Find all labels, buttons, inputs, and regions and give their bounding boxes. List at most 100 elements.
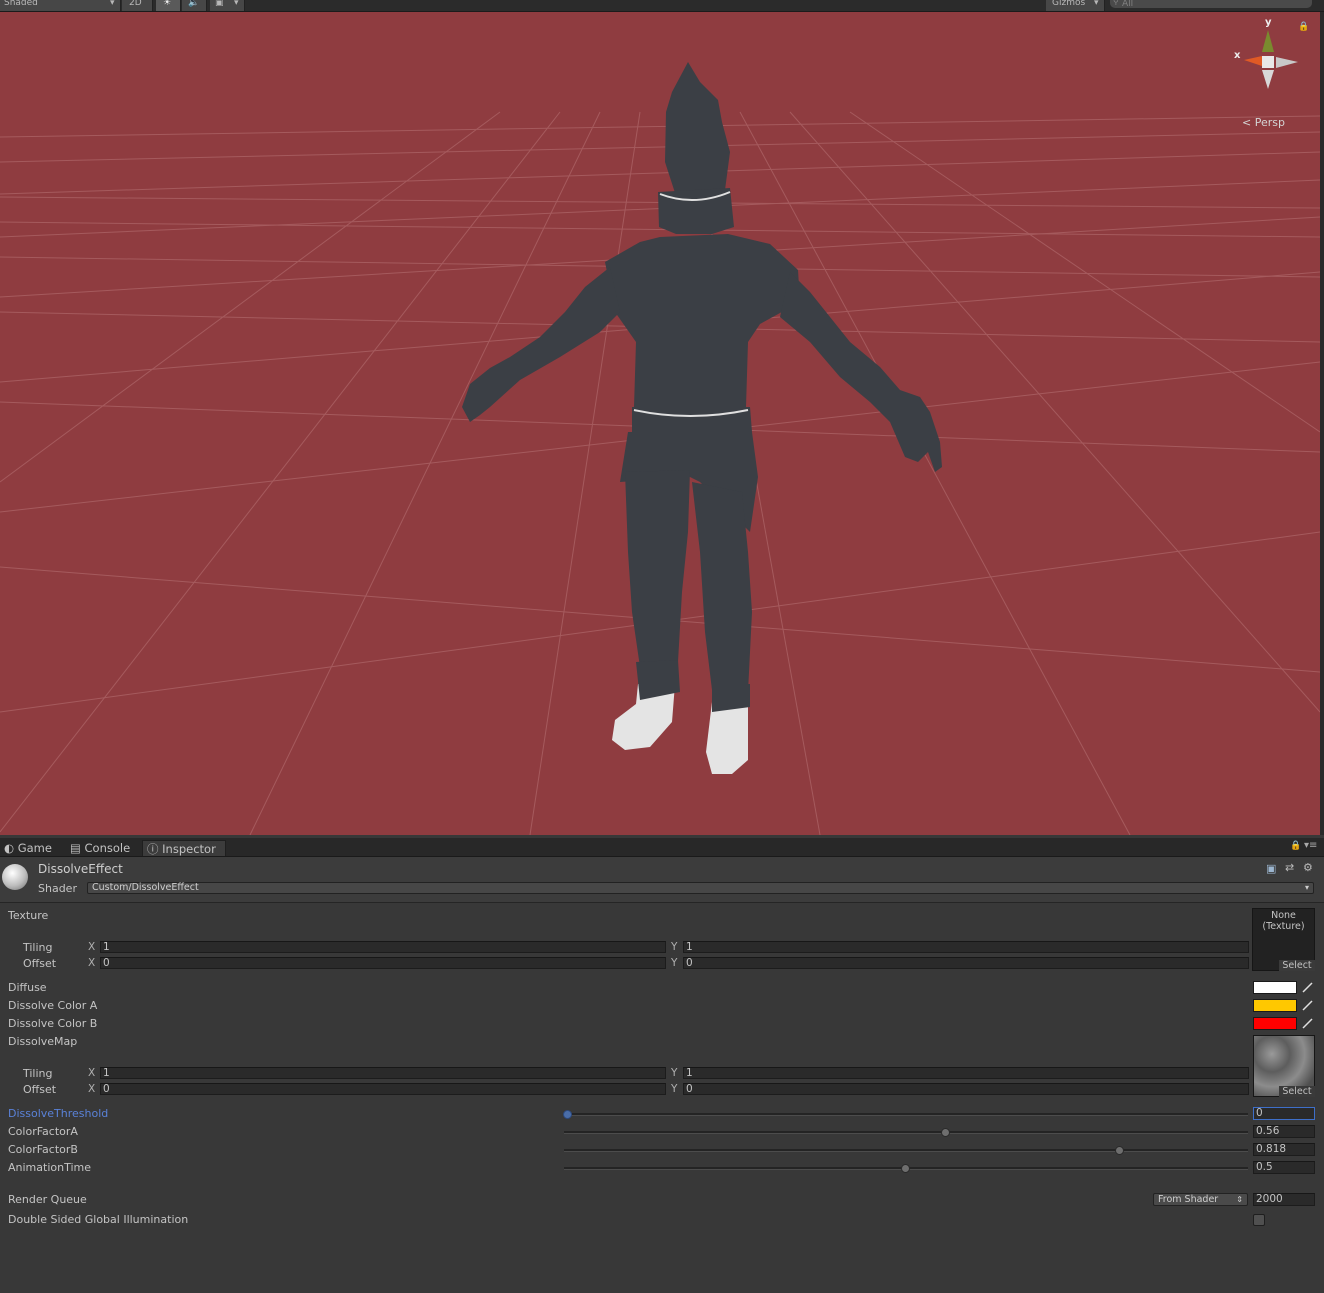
- toggle-2d-label: 2D: [129, 0, 142, 8]
- dissolve-map-offset-y-field[interactable]: 0: [683, 1083, 1249, 1095]
- dissolve-map-offset-x-field[interactable]: 0: [100, 1083, 666, 1095]
- color-factor-a-field[interactable]: 0.56: [1253, 1125, 1315, 1138]
- dissolve-map-offset-x-label: X: [88, 1083, 96, 1095]
- chevron-down-icon: ▾: [234, 0, 239, 8]
- shading-mode-label: Shaded: [4, 0, 38, 8]
- gizmos-label: Gizmos: [1052, 0, 1086, 8]
- material-header: DissolveEffect Shader ▣ ⇄ ⚙: [0, 857, 1324, 903]
- gear-icon[interactable]: ⚙: [1303, 861, 1313, 874]
- texture-tiling-x-field[interactable]: 1: [100, 941, 666, 953]
- texture-offset-y-label: Y: [671, 957, 678, 969]
- diffuse-color-swatch[interactable]: [1253, 981, 1297, 994]
- orientation-gizmo[interactable]: [1244, 30, 1298, 89]
- tab-game-label: Game: [17, 841, 52, 855]
- texture-tiling-label: Tiling: [23, 941, 53, 954]
- chevron-updown-icon: ⇕: [1236, 1195, 1243, 1204]
- tab-console[interactable]: ▤ Console: [66, 840, 140, 856]
- search-placeholder: All: [1122, 0, 1134, 9]
- dissolve-threshold-track[interactable]: [564, 1113, 1248, 1116]
- dissolve-threshold-field[interactable]: 0: [1253, 1107, 1315, 1120]
- texture-select-button[interactable]: Select: [1279, 960, 1315, 971]
- perspective-icon: <: [1242, 116, 1252, 129]
- projection-toggle[interactable]: < Persp: [1242, 116, 1285, 129]
- animation-time-field[interactable]: 0.5: [1253, 1161, 1315, 1174]
- eyedropper-icon[interactable]: [1301, 999, 1314, 1012]
- texture-slot-none: None: [1271, 910, 1296, 921]
- shading-mode-dropdown[interactable]: Shaded ▾: [0, 0, 121, 11]
- console-icon: ▤: [70, 841, 81, 855]
- double-sided-gi-checkbox[interactable]: [1253, 1214, 1265, 1226]
- image-icon: ▣: [215, 0, 224, 8]
- audio-toggle-button[interactable]: 🔈: [182, 0, 207, 11]
- texture-offset-x-label: X: [88, 957, 96, 969]
- render-queue-label: Render Queue: [8, 1193, 87, 1206]
- eyedropper-icon[interactable]: [1301, 1017, 1314, 1030]
- animation-time-label: AnimationTime: [8, 1161, 91, 1174]
- texture-slot[interactable]: None (Texture) Select: [1252, 908, 1315, 971]
- dissolve-map-tiling-y-field[interactable]: 1: [683, 1067, 1249, 1079]
- sun-icon: ☀: [163, 0, 172, 8]
- render-queue-field[interactable]: 2000: [1253, 1193, 1315, 1206]
- material-name: DissolveEffect: [38, 862, 123, 876]
- scene-toolbar: Shaded ▾ 2D ☀ 🔈 ▣ ▾ Gizmos ▾ ⚲ All: [0, 0, 1324, 12]
- texture-offset-x-field[interactable]: 0: [100, 957, 666, 969]
- color-factor-b-track[interactable]: [564, 1149, 1248, 1152]
- shader-dropdown[interactable]: Custom/DissolveEffect ▾: [87, 882, 1314, 894]
- tab-inspector[interactable]: ⓘ Inspector: [142, 840, 226, 856]
- projection-label: Persp: [1254, 116, 1285, 129]
- eyedropper-icon[interactable]: [1301, 981, 1314, 994]
- search-input[interactable]: ⚲ All: [1110, 0, 1312, 9]
- dissolve-map-select-button[interactable]: Select: [1279, 1086, 1315, 1097]
- effects-dropdown[interactable]: ▣ ▾: [210, 0, 245, 11]
- chevron-down-icon: ▾: [1304, 883, 1309, 892]
- lock-icon[interactable]: 🔒: [1298, 22, 1309, 32]
- gizmo-x-label: x: [1234, 50, 1241, 61]
- color-factor-b-field[interactable]: 0.818: [1253, 1143, 1315, 1156]
- diffuse-label: Diffuse: [8, 981, 47, 994]
- dissolve-map-tiling-x-label: X: [88, 1067, 96, 1079]
- color-factor-a-track[interactable]: [564, 1131, 1248, 1134]
- dissolve-map-slot[interactable]: Select: [1253, 1035, 1315, 1097]
- gizmos-dropdown[interactable]: Gizmos ▾: [1046, 0, 1105, 11]
- animation-time-thumb[interactable]: [900, 1164, 910, 1173]
- scene-border: [1320, 12, 1324, 835]
- texture-tiling-x-label: X: [88, 941, 96, 953]
- dissolve-threshold-thumb[interactable]: [563, 1110, 572, 1119]
- dissolve-map-label: DissolveMap: [8, 1035, 78, 1048]
- texture-tiling-y-label: Y: [671, 941, 678, 953]
- gizmo-y-label: y: [1265, 17, 1272, 28]
- texture-slot-type: (Texture): [1262, 921, 1305, 932]
- texture-tiling-y-field[interactable]: 1: [683, 941, 1249, 953]
- dissolve-threshold-label: DissolveThreshold: [8, 1107, 109, 1120]
- render-queue-dropdown[interactable]: From Shader ⇕: [1153, 1193, 1248, 1206]
- open-shader-icon[interactable]: ▣: [1266, 862, 1276, 875]
- dissolve-color-b-swatch[interactable]: [1253, 1017, 1297, 1030]
- texture-offset-label: Offset: [23, 957, 57, 970]
- preset-icon[interactable]: ⇄: [1285, 861, 1294, 874]
- dissolve-color-a-label: Dissolve Color A: [8, 999, 98, 1012]
- dissolve-map-tiling-label: Tiling: [23, 1067, 53, 1080]
- chevron-down-icon: ▾: [1094, 0, 1099, 8]
- chevron-down-icon: ▾: [110, 0, 115, 8]
- scene-canvas: [0, 30, 1320, 835]
- color-factor-a-thumb[interactable]: [941, 1128, 950, 1137]
- render-queue-mode: From Shader: [1158, 1194, 1219, 1205]
- scene-view[interactable]: y x 🔒 < Persp: [0, 12, 1320, 835]
- game-icon: ◐: [4, 841, 15, 855]
- lock-icon[interactable]: 🔒: [1290, 841, 1301, 851]
- tab-game[interactable]: ◐ Game: [0, 840, 62, 856]
- dissolve-map-tiling-x-field[interactable]: 1: [100, 1067, 666, 1079]
- panel-menu-icon[interactable]: ▾≡: [1304, 840, 1317, 851]
- dissolve-map-tiling-y-label: Y: [671, 1067, 678, 1079]
- shader-label: Shader: [38, 882, 77, 895]
- search-icon: ⚲: [1113, 0, 1119, 6]
- texture-offset-y-field[interactable]: 0: [683, 957, 1249, 969]
- lighting-toggle-button[interactable]: ☀: [156, 0, 181, 11]
- color-factor-b-label: ColorFactorB: [8, 1143, 78, 1156]
- dissolve-map-offset-label: Offset: [23, 1083, 57, 1096]
- character-model: [462, 62, 942, 692]
- toggle-2d-button[interactable]: 2D: [122, 0, 153, 11]
- dissolve-color-a-swatch[interactable]: [1253, 999, 1297, 1012]
- dissolve-map-offset-y-label: Y: [671, 1083, 678, 1095]
- color-factor-a-label: ColorFactorA: [8, 1125, 78, 1138]
